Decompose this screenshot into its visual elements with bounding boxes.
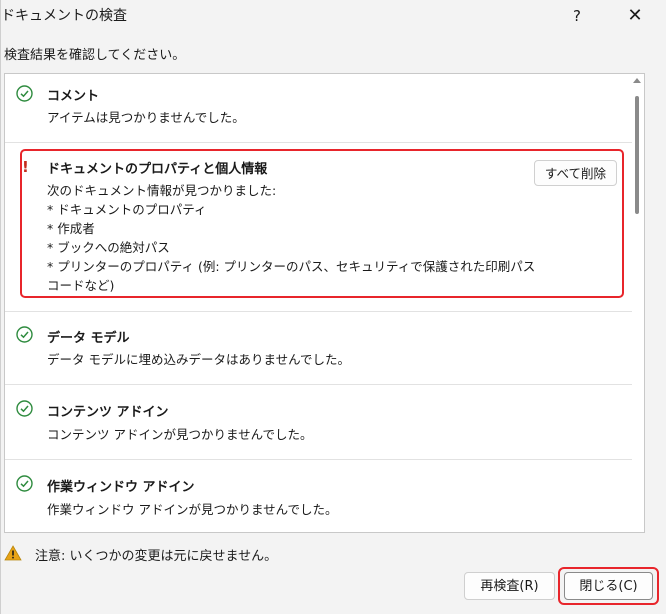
section-description: データ モデルに埋め込みデータはありませんでした。 (47, 352, 350, 367)
close-window-button[interactable]: ✕ (613, 0, 657, 32)
section-title: データ モデル (47, 331, 130, 346)
check-circle-icon (16, 475, 33, 492)
warning-triangle-icon (4, 545, 22, 561)
document-inspector-dialog: ドキュメントの検査 ? ✕ 検査結果を確認してください。 コメント アイテムは見… (0, 0, 666, 614)
highlight-box (20, 149, 624, 298)
scrollbar[interactable] (630, 74, 644, 532)
warning-note-text: 注意: いくつかの変更は元に戻せません。 (35, 549, 278, 564)
section-taskpane-addins: 作業ウィンドウ アドイン 作業ウィンドウ アドインが見つかりませんでした。 (5, 460, 632, 532)
help-button[interactable]: ? (557, 0, 597, 32)
instruction-text: 検査結果を確認してください。 (4, 48, 186, 63)
inspection-results-list[interactable]: コメント アイテムは見つかりませんでした。 ドキュメントのプロパティと個人情報 … (4, 73, 645, 533)
section-description: アイテムは見つかりませんでした。 (47, 110, 245, 125)
highlight-box (558, 567, 659, 605)
check-circle-icon (16, 400, 33, 417)
scroll-thumb[interactable] (635, 96, 639, 214)
section-description: コンテンツ アドインが見つかりませんでした。 (47, 427, 313, 442)
check-circle-icon (16, 326, 33, 343)
section-content-addins: コンテンツ アドイン コンテンツ アドインが見つかりませんでした。 (5, 385, 632, 459)
section-title: コンテンツ アドイン (47, 405, 169, 420)
section-title: コメント (47, 89, 100, 104)
section-title: 作業ウィンドウ アドイン (47, 480, 195, 495)
scroll-up-arrow-icon[interactable] (633, 78, 641, 83)
check-circle-icon (16, 85, 33, 102)
recheck-button[interactable]: 再検査(R) (464, 572, 555, 600)
section-description: 作業ウィンドウ アドインが見つかりませんでした。 (47, 502, 338, 517)
title-bar: ドキュメントの検査 ? ✕ (1, 0, 666, 34)
section-comments: コメント アイテムは見つかりませんでした。 (5, 74, 632, 142)
dialog-title: ドキュメントの検査 (1, 8, 127, 24)
section-data-model: データ モデル データ モデルに埋め込みデータはありませんでした。 (5, 312, 632, 384)
